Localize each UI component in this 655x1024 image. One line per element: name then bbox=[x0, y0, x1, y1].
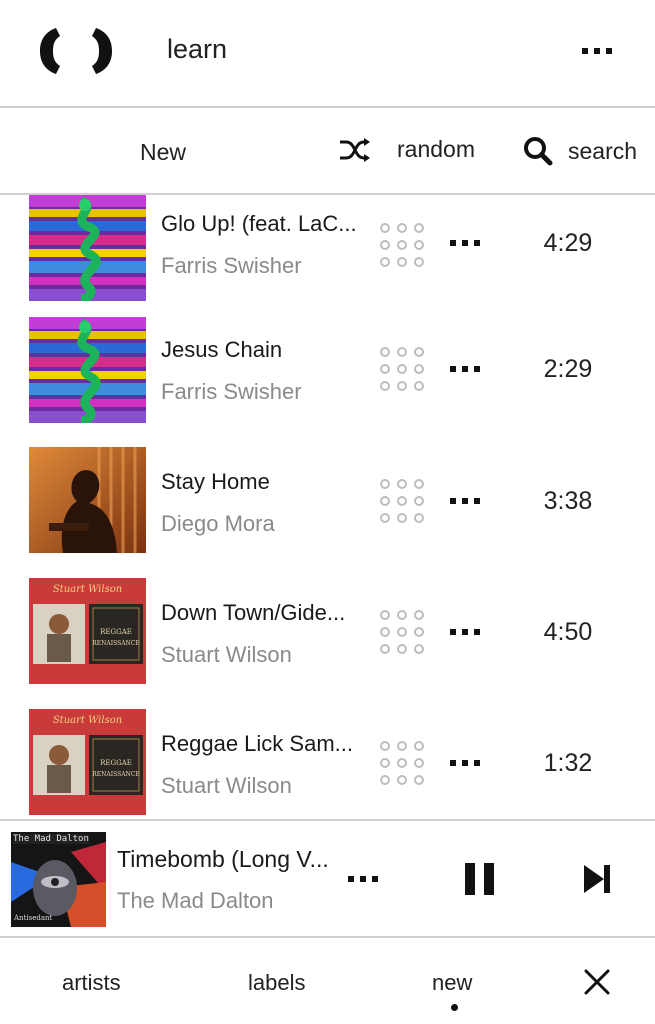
track-artist[interactable]: Farris Swisher bbox=[161, 253, 302, 279]
track-title: Reggae Lick Sam... bbox=[161, 731, 353, 756]
now-playing-art[interactable]: The Mad Dalton Antisedant bbox=[11, 832, 106, 927]
album-art bbox=[29, 195, 146, 301]
active-indicator bbox=[451, 1004, 458, 1011]
track-title: Stay Home bbox=[161, 469, 270, 494]
drag-handle-icon[interactable] bbox=[378, 221, 426, 269]
track-list: Glo Up! (feat. LaC... Farris Swisher 4:2… bbox=[0, 195, 655, 819]
search-button[interactable]: search bbox=[523, 136, 637, 166]
album-art-text: Stuart Wilson bbox=[52, 584, 123, 595]
nav-new[interactable]: new bbox=[432, 970, 472, 996]
track-duration: 4:29 bbox=[543, 229, 593, 257]
track-row[interactable]: Stuart Wilson REGGAE RENAISSANCE Down To… bbox=[0, 578, 655, 709]
album-art-text: The Mad Dalton bbox=[13, 834, 89, 844]
track-title: Down Town/Gide... bbox=[161, 600, 346, 625]
new-tab[interactable]: New bbox=[140, 139, 186, 166]
track-duration: 1:32 bbox=[543, 749, 593, 777]
album-art-text: Antisedant bbox=[14, 914, 53, 922]
close-icon[interactable] bbox=[583, 968, 611, 996]
track-artist[interactable]: Stuart Wilson bbox=[161, 642, 292, 668]
now-playing-artist[interactable]: The Mad Dalton bbox=[117, 888, 274, 914]
more-icon[interactable] bbox=[446, 493, 486, 509]
more-icon[interactable] bbox=[446, 755, 486, 771]
search-icon bbox=[524, 137, 553, 166]
brackets-logo-icon[interactable] bbox=[40, 28, 112, 74]
nav-labels[interactable]: labels bbox=[248, 970, 305, 996]
more-icon[interactable] bbox=[446, 235, 486, 251]
drag-handle-icon[interactable] bbox=[378, 739, 426, 787]
more-icon[interactable] bbox=[446, 361, 486, 377]
album-art: Stuart Wilson REGGAE RENAISSANCE bbox=[29, 578, 146, 684]
more-icon[interactable] bbox=[446, 624, 486, 640]
shuffle-icon bbox=[340, 137, 370, 162]
track-duration: 2:29 bbox=[543, 355, 593, 383]
track-duration: 3:38 bbox=[543, 487, 593, 515]
nav-artists[interactable]: artists bbox=[62, 970, 121, 996]
pause-icon[interactable] bbox=[460, 861, 500, 897]
track-row[interactable]: Stuart Wilson REGGAE RENAISSANCE Reggae … bbox=[0, 709, 655, 819]
skip-next-icon[interactable] bbox=[580, 861, 614, 897]
track-title: Glo Up! (feat. LaC... bbox=[161, 211, 357, 236]
track-duration: 4:50 bbox=[543, 618, 593, 646]
album-art-text: REGGAE bbox=[100, 628, 132, 636]
page-title: learn bbox=[167, 34, 228, 64]
random-label: random bbox=[397, 136, 475, 162]
random-button[interactable]: random bbox=[339, 136, 475, 163]
album-art-text: REGGAE bbox=[100, 759, 132, 767]
bottom-navigation: artists labels new bbox=[0, 938, 655, 1024]
more-icon[interactable] bbox=[576, 30, 618, 70]
drag-handle-icon[interactable] bbox=[378, 608, 426, 656]
album-art-text: RENAISSANCE bbox=[92, 771, 140, 778]
album-art-text: Stuart Wilson bbox=[52, 715, 123, 726]
track-row[interactable]: Glo Up! (feat. LaC... Farris Swisher 4:2… bbox=[0, 195, 655, 326]
album-art: Stuart Wilson REGGAE RENAISSANCE bbox=[29, 709, 146, 815]
top-bar: learn bbox=[0, 0, 655, 108]
album-art bbox=[29, 447, 146, 553]
track-artist[interactable]: Diego Mora bbox=[161, 511, 275, 537]
more-icon[interactable] bbox=[344, 871, 384, 887]
track-title: Jesus Chain bbox=[161, 337, 283, 362]
search-label: search bbox=[568, 137, 638, 164]
now-playing-bar[interactable]: The Mad Dalton Antisedant Timebomb (Long… bbox=[0, 819, 655, 938]
track-row[interactable]: Stay Home Diego Mora 3:38 bbox=[0, 447, 655, 578]
album-art bbox=[29, 317, 146, 423]
track-artist[interactable]: Farris Swisher bbox=[161, 379, 302, 405]
track-row[interactable]: Jesus Chain Farris Swisher 2:29 bbox=[0, 317, 655, 448]
drag-handle-icon[interactable] bbox=[378, 477, 426, 525]
drag-handle-icon[interactable] bbox=[378, 345, 426, 393]
track-artist[interactable]: Stuart Wilson bbox=[161, 773, 292, 799]
sub-navigation: New random search bbox=[0, 108, 655, 195]
album-art-text: RENAISSANCE bbox=[92, 640, 140, 647]
now-playing-title: Timebomb (Long V... bbox=[117, 846, 329, 872]
